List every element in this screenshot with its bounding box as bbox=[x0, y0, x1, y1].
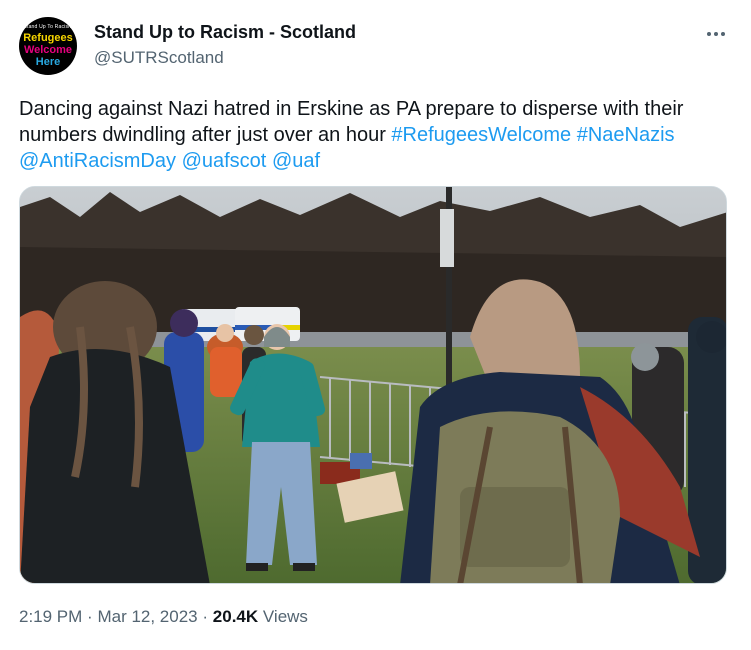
avatar-line-refugees: Refugees bbox=[23, 32, 73, 44]
views-label: Views bbox=[262, 607, 308, 626]
tweet-text: Dancing against Nazi hatred in Erskine a… bbox=[19, 96, 719, 174]
meta-separator: · bbox=[87, 607, 93, 626]
meta-separator-2: · bbox=[202, 607, 209, 626]
hashtag-naenazis[interactable]: #NaeNazis bbox=[577, 124, 675, 146]
tweet-meta: 2:19 PM · Mar 12, 2023 · 20.4K Views bbox=[19, 607, 308, 627]
avatar-top-text: Stand Up To Racism bbox=[23, 24, 73, 30]
protest-scene-image bbox=[20, 187, 726, 583]
ellipsis-icon bbox=[707, 32, 725, 36]
mention-uaf[interactable]: @uaf bbox=[272, 150, 320, 172]
avatar-line-here: Here bbox=[35, 56, 61, 68]
tweet-date[interactable]: Mar 12, 2023 bbox=[97, 607, 197, 626]
mention-uafscot[interactable]: @uafscot bbox=[182, 150, 267, 172]
mention-antiracismday[interactable]: @AntiRacismDay bbox=[19, 150, 176, 172]
tweet-media-video[interactable] bbox=[19, 186, 727, 584]
author-handle[interactable]: @SUTRScotland bbox=[94, 48, 224, 68]
more-options-button[interactable] bbox=[704, 24, 728, 44]
author-name[interactable]: Stand Up to Racism - Scotland bbox=[94, 22, 356, 43]
tweet-time[interactable]: 2:19 PM bbox=[19, 607, 82, 626]
views-count: 20.4K bbox=[212, 607, 259, 626]
hashtag-refugeeswelcome[interactable]: #RefugeesWelcome bbox=[391, 124, 571, 146]
avatar[interactable]: Stand Up To Racism Refugees Welcome Here bbox=[19, 17, 77, 75]
avatar-line-welcome: Welcome bbox=[23, 44, 73, 56]
